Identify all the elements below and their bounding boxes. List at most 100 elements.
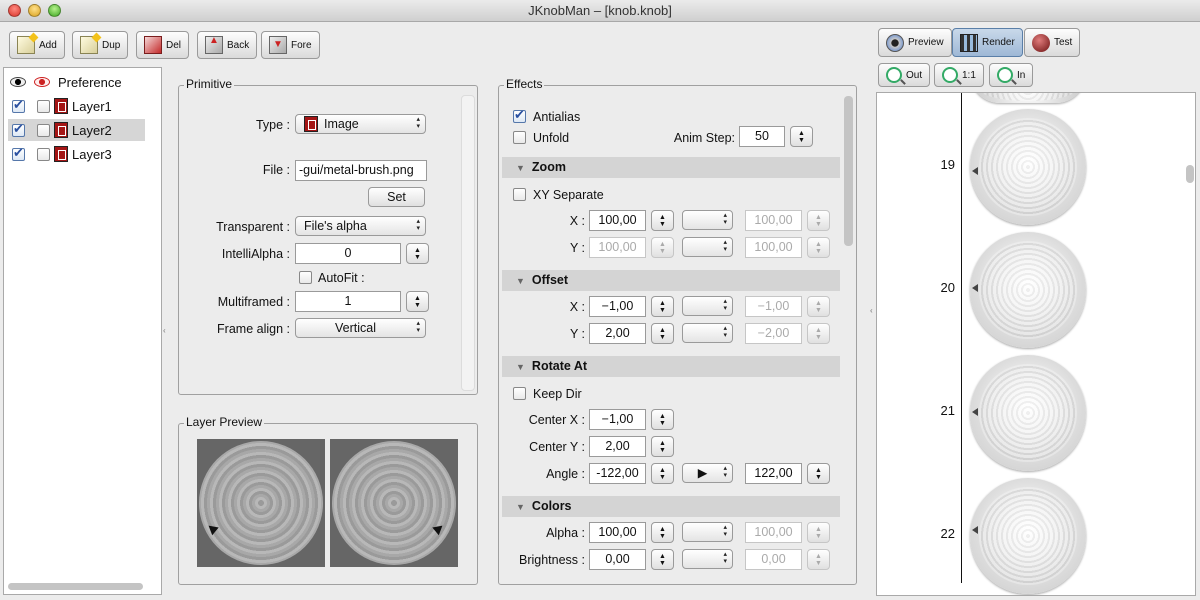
center-x-stepper[interactable]: ▲ ▼	[651, 409, 674, 430]
zoom-out-button[interactable]: Out	[878, 63, 931, 87]
frame-number-19: 19	[940, 157, 955, 172]
minimize-window-button[interactable]	[28, 4, 41, 17]
offset-y-to-field: −2,00	[745, 323, 802, 344]
primitive-scrollbar[interactable]	[461, 95, 475, 391]
anim-step-stepper[interactable]: ▲ ▼	[790, 126, 813, 147]
offset-y-to-stepper: ▲ ▼	[807, 323, 830, 344]
set-file-button[interactable]: Set	[368, 187, 425, 207]
duplicate-button[interactable]: Dup	[72, 31, 129, 59]
delete-button[interactable]: Del	[136, 31, 190, 59]
colors-section-header[interactable]: Colors	[502, 496, 840, 517]
render-button[interactable]: Render	[952, 28, 1023, 57]
knob-frame-18-partial	[970, 93, 1086, 103]
file-field[interactable]: -gui/metal-brush.png	[295, 160, 427, 181]
render-scrollbar[interactable]	[1186, 165, 1194, 183]
eye-icon[interactable]	[10, 77, 26, 87]
multiframed-stepper[interactable]: ▲ ▼	[406, 291, 429, 312]
antialias-checkbox[interactable]	[513, 107, 526, 123]
frame-align-select[interactable]: Vertical	[295, 318, 426, 338]
keep-dir-checkbox[interactable]	[513, 387, 526, 400]
zoom-y-curve-select	[682, 237, 733, 257]
effects-scrollbar[interactable]	[844, 96, 853, 246]
offset-x-stepper[interactable]: ▲ ▼	[651, 296, 674, 317]
fore-button[interactable]: Fore	[261, 31, 320, 59]
multiframed-field[interactable]: 1	[295, 291, 401, 312]
right-splitter-handle[interactable]: ‹	[870, 306, 873, 315]
anim-step-label: Anim Step:	[673, 131, 735, 145]
frame-number-21: 21	[940, 403, 955, 418]
type-select[interactable]: Image	[295, 114, 426, 134]
transparent-select[interactable]: File's alpha	[295, 216, 426, 236]
add-button[interactable]: Add	[9, 31, 65, 59]
center-x-field[interactable]: −1,00	[589, 409, 646, 430]
layer-tree-hscrollbar[interactable]	[8, 583, 143, 590]
pointer-marker	[972, 284, 978, 292]
zoom-in-button[interactable]: In	[989, 63, 1034, 87]
layer-row-3[interactable]: Layer3	[12, 143, 152, 165]
zoom-1to1-button[interactable]: 1:1	[934, 63, 984, 87]
intellialpha-field[interactable]: 0	[295, 243, 401, 264]
layer2-solo-checkbox[interactable]	[37, 123, 50, 137]
solo-eye-icon[interactable]	[34, 77, 50, 87]
layer3-solo-checkbox[interactable]	[37, 147, 50, 161]
offset-x-field[interactable]: −1,00	[589, 296, 646, 317]
layer-row-2[interactable]: Layer2	[8, 119, 145, 141]
offset-y-curve-select[interactable]	[682, 323, 733, 343]
rotate-section-header[interactable]: Rotate At	[502, 356, 840, 377]
alpha-stepper[interactable]: ▲ ▼	[651, 522, 674, 543]
unfold-label: Unfold	[533, 131, 570, 145]
zoom-x-stepper[interactable]: ▲ ▼	[651, 210, 674, 231]
layer-row-1[interactable]: Layer1	[12, 95, 152, 117]
zoom-x-to-field: 100,00	[745, 210, 802, 231]
close-window-button[interactable]	[8, 4, 21, 17]
autofit-checkbox[interactable]	[299, 271, 312, 284]
anim-step-field[interactable]: 50	[739, 126, 785, 147]
layer1-solo-checkbox[interactable]	[37, 99, 50, 113]
title-bar: JKnobMan – [knob.knob]	[0, 0, 1200, 22]
layer2-label: Layer2	[72, 122, 112, 138]
preview-button[interactable]: Preview	[878, 28, 952, 57]
center-y-stepper[interactable]: ▲ ▼	[651, 436, 674, 457]
alpha-curve-select[interactable]	[682, 522, 733, 542]
pointer-marker	[972, 526, 978, 534]
zoom-section-header[interactable]: Zoom	[502, 157, 840, 178]
angle-to-field[interactable]: 122,00	[745, 463, 802, 484]
zoom-y-to-stepper: ▲ ▼	[807, 237, 830, 258]
frame-divider	[961, 93, 962, 583]
offset-y-stepper[interactable]: ▲ ▼	[651, 323, 674, 344]
angle-stepper[interactable]: ▲ ▼	[651, 463, 674, 484]
brightness-stepper[interactable]: ▲ ▼	[651, 549, 674, 570]
unfold-checkbox[interactable]	[513, 131, 526, 144]
back-button[interactable]: Back	[197, 31, 258, 59]
test-button[interactable]: Test	[1024, 28, 1081, 57]
left-splitter-handle[interactable]: ‹	[163, 326, 166, 335]
transparent-label: Transparent :	[216, 220, 290, 234]
zoom-x-curve-select[interactable]	[682, 210, 733, 230]
offset-x-to-stepper: ▲ ▼	[807, 296, 830, 317]
alpha-field[interactable]: 100,00	[589, 522, 646, 543]
zoom-window-button[interactable]	[48, 4, 61, 17]
brightness-curve-select[interactable]	[682, 549, 733, 569]
delete-button-label: Del	[166, 39, 182, 51]
zoom-x-field[interactable]: 100,00	[589, 210, 646, 231]
layer1-label: Layer1	[72, 98, 112, 114]
zoom-x-label: X :	[569, 214, 585, 228]
angle-to-stepper[interactable]: ▲ ▼	[807, 463, 830, 484]
offset-x-curve-select[interactable]	[682, 296, 733, 316]
zoom-actual-size-icon	[942, 67, 958, 83]
offset-y-label: Y :	[569, 327, 585, 341]
center-y-field[interactable]: 2,00	[589, 436, 646, 457]
layer1-visible-checkbox[interactable]	[12, 97, 25, 113]
alpha-label: Alpha :	[546, 526, 585, 540]
offset-y-field[interactable]: 2,00	[589, 323, 646, 344]
layer2-visible-checkbox[interactable]	[12, 121, 25, 137]
offset-section-header[interactable]: Offset	[502, 270, 840, 291]
preference-row[interactable]: Preference	[10, 71, 150, 93]
xy-separate-checkbox[interactable]	[513, 188, 526, 201]
angle-field[interactable]: -122,00	[589, 463, 646, 484]
preview-icon	[886, 33, 904, 52]
brightness-field[interactable]: 0,00	[589, 549, 646, 570]
layer3-visible-checkbox[interactable]	[12, 145, 25, 161]
angle-curve-select[interactable]: ▶	[682, 463, 733, 483]
intellialpha-stepper[interactable]: ▲ ▼	[406, 243, 429, 264]
